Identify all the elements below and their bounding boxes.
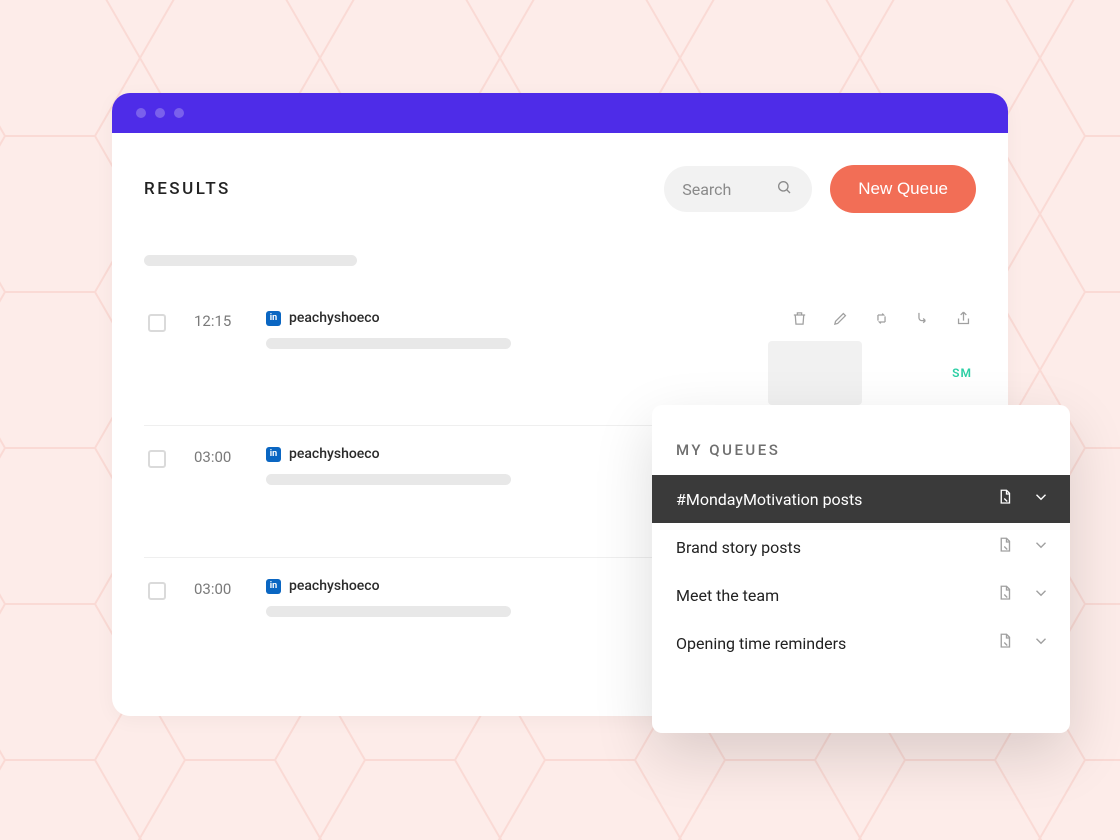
traffic-light-close[interactable] (136, 108, 146, 118)
row-time: 03:00 (194, 580, 266, 670)
author-initials: SM (952, 366, 972, 380)
queue-item-label: Meet the team (676, 586, 779, 605)
linkedin-icon: in (266, 579, 281, 594)
linkedin-icon: in (266, 311, 281, 326)
window-titlebar (112, 93, 1008, 133)
trash-icon[interactable] (791, 310, 808, 327)
row-time: 03:00 (194, 448, 266, 537)
edit-icon[interactable] (832, 310, 849, 327)
post-body-placeholder (266, 606, 511, 617)
search-input[interactable]: Search (664, 166, 812, 212)
account-name: peachyshoeco (289, 578, 380, 594)
account-name: peachyshoeco (289, 446, 380, 462)
chevron-down-icon[interactable] (1032, 488, 1050, 510)
queue-item-label: Opening time reminders (676, 634, 846, 653)
row-checkbox[interactable] (148, 450, 166, 468)
new-queue-button[interactable]: New Queue (830, 165, 976, 213)
post-body-placeholder (266, 338, 511, 349)
traffic-light-zoom[interactable] (174, 108, 184, 118)
file-edit-icon[interactable] (996, 584, 1014, 606)
section-heading-placeholder (144, 255, 357, 266)
my-queues-panel: MY QUEUES #MondayMotivation posts Brand … (652, 405, 1070, 733)
queue-item-opening-times[interactable]: Opening time reminders (652, 619, 1070, 667)
queue-item-meet-the-team[interactable]: Meet the team (652, 571, 1070, 619)
post-body-placeholder (266, 474, 511, 485)
search-placeholder: Search (682, 180, 731, 199)
file-edit-icon[interactable] (996, 536, 1014, 558)
file-edit-icon[interactable] (996, 488, 1014, 510)
row-checkbox[interactable] (148, 582, 166, 600)
queue-item-label: Brand story posts (676, 538, 801, 557)
file-edit-icon[interactable] (996, 632, 1014, 654)
row-checkbox[interactable] (148, 314, 166, 332)
chevron-down-icon[interactable] (1032, 632, 1050, 654)
chevron-down-icon[interactable] (1032, 584, 1050, 606)
repost-icon[interactable] (873, 310, 890, 327)
search-icon (776, 179, 792, 199)
share-icon[interactable] (955, 310, 972, 327)
account-name: peachyshoeco (289, 310, 380, 326)
move-down-icon[interactable] (914, 310, 931, 327)
linkedin-icon: in (266, 447, 281, 462)
row-time: 12:15 (194, 312, 266, 405)
traffic-light-minimize[interactable] (155, 108, 165, 118)
media-thumbnail (768, 341, 862, 405)
queue-item-label: #MondayMotivation posts (676, 490, 862, 509)
queue-item-monday-motivation[interactable]: #MondayMotivation posts (652, 475, 1070, 523)
page-title: RESULTS (144, 179, 231, 199)
queues-panel-title: MY QUEUES (652, 441, 1070, 475)
queue-item-brand-story[interactable]: Brand story posts (652, 523, 1070, 571)
chevron-down-icon[interactable] (1032, 536, 1050, 558)
